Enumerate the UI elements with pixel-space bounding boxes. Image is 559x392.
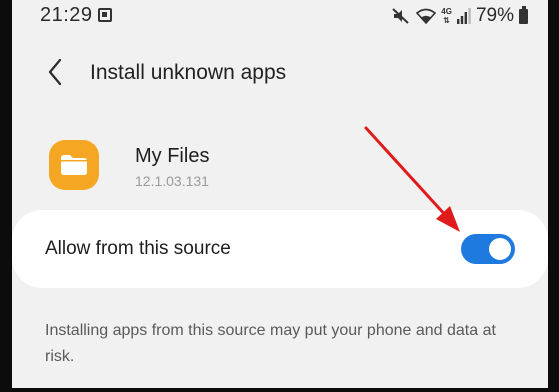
- top-app-bar: Install unknown apps: [12, 50, 548, 96]
- status-time: 21:29: [40, 4, 93, 26]
- wifi-icon: [416, 8, 437, 24]
- network-type-icon: 4G ⇅: [441, 7, 452, 25]
- network-type-label: 4G: [441, 7, 452, 16]
- network-activity-arrows-icon: ⇅: [443, 16, 450, 25]
- signal-icon: [456, 8, 471, 24]
- phone-screen: 21:29 4G ⇅ 79% Install unknown apps My F…: [12, 0, 548, 388]
- battery-percent: 79%: [475, 5, 514, 26]
- status-icons: 4G ⇅ 79%: [391, 4, 528, 28]
- back-button[interactable]: [38, 54, 72, 90]
- folder-icon: [61, 155, 87, 175]
- toggle-knob: [487, 236, 513, 262]
- page-title: Install unknown apps: [90, 61, 287, 84]
- battery-icon: [519, 6, 528, 24]
- app-name: My Files: [135, 145, 210, 167]
- mute-icon: [391, 7, 411, 25]
- status-bar: 21:29 4G ⇅ 79%: [12, 0, 548, 34]
- screenshot-notification-icon: [98, 8, 112, 22]
- warning-text: Installing apps from this source may put…: [45, 322, 496, 365]
- chevron-left-icon: [48, 58, 62, 86]
- allow-from-source-toggle[interactable]: [461, 234, 515, 264]
- app-version: 12.1.03.131: [135, 173, 209, 189]
- setting-label: Allow from this source: [45, 238, 231, 259]
- my-files-app-icon: [49, 140, 99, 190]
